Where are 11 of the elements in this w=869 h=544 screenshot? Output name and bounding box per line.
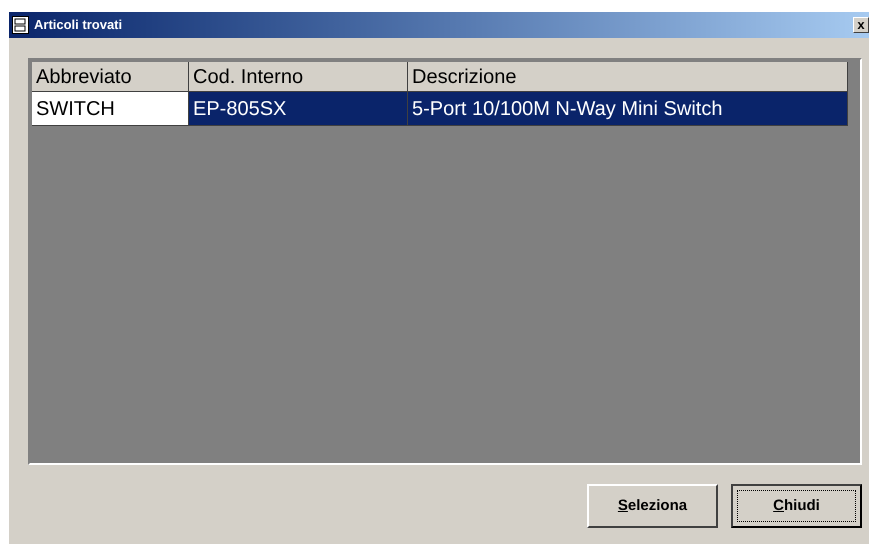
table-cell: 5-Port 10/100M N-Way Mini Switch — [408, 92, 848, 126]
dialog-button[interactable]: Seleziona — [587, 484, 718, 528]
column-header[interactable]: Abbreviato — [32, 62, 189, 92]
window-icon — [12, 16, 29, 34]
window-title: Articoli trovati — [34, 16, 122, 34]
column-header[interactable]: Descrizione — [408, 62, 848, 92]
table-cell: SWITCH — [32, 92, 189, 126]
column-header[interactable]: Cod. Interno — [189, 62, 408, 92]
table-cell: EP-805SX — [189, 92, 408, 126]
close-button[interactable]: x — [853, 17, 869, 33]
dialog-button[interactable]: Chiudi — [731, 484, 862, 528]
